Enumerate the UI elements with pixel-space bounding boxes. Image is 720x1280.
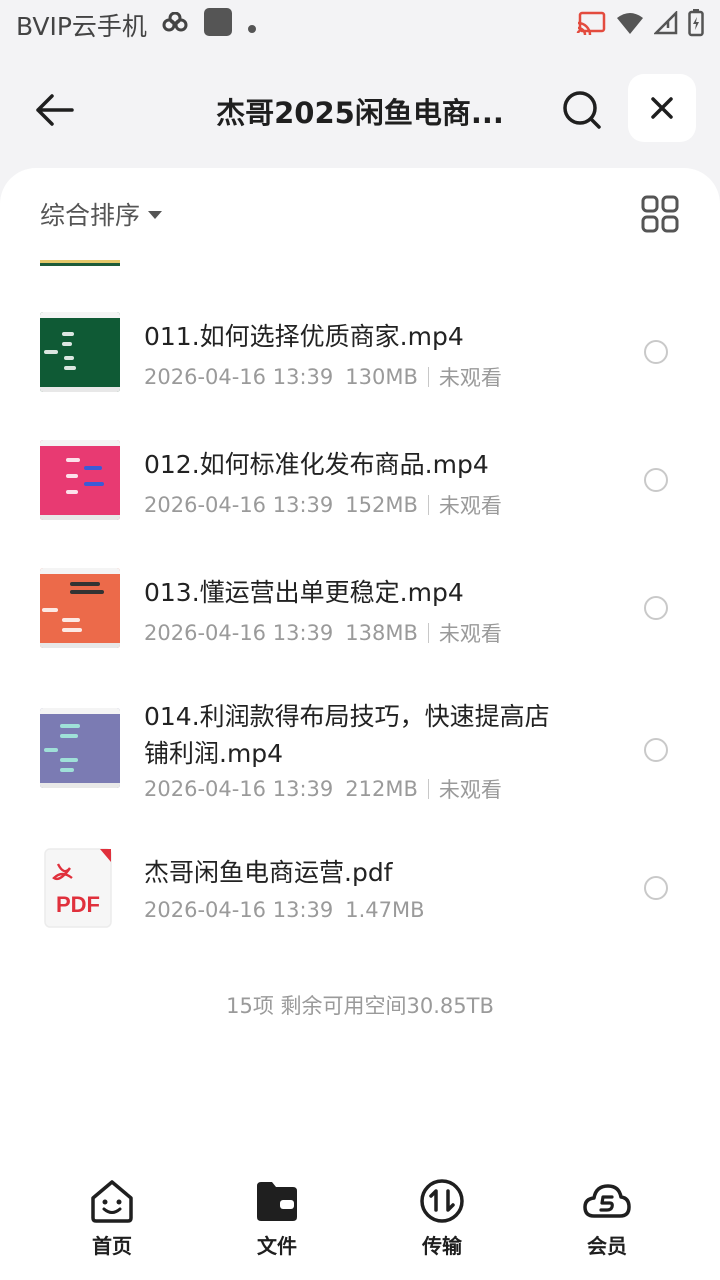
dot-icon — [247, 11, 257, 40]
watch-status: 未观看 — [438, 622, 502, 646]
nav-transfer-label: 传输 — [422, 1234, 462, 1258]
file-size: 130MB — [345, 365, 418, 389]
file-name: 013.懂运营出单更稳定.mp4 — [144, 578, 464, 607]
storage-summary: 15项 剩余可用空间30.85TB — [226, 994, 494, 1018]
file-name: 杰哥闲鱼电商运营.pdf — [144, 858, 393, 887]
file-date: 2026-04-16 13:39 — [144, 365, 334, 389]
wifi-icon — [616, 11, 644, 39]
file-date: 2026-04-16 13:39 — [144, 493, 334, 517]
list-item[interactable]: 012.如何标准化发布商品.mp4 2026-04-16 13:39 152MB… — [0, 436, 720, 536]
file-date: 2026-04-16 13:39 — [144, 621, 334, 645]
select-radio[interactable] — [644, 596, 668, 620]
signal-icon — [652, 9, 678, 39]
vip-cloud-icon — [582, 1176, 632, 1226]
status-bar: BVIP云手机 — [0, 0, 720, 50]
battery-icon — [688, 9, 704, 41]
video-thumbnail — [40, 708, 120, 788]
nav-vip-label: 会员 — [587, 1234, 627, 1258]
back-button[interactable] — [28, 84, 80, 136]
file-date: 2026-04-16 13:39 — [144, 898, 334, 922]
cast-icon — [576, 11, 606, 39]
list-item[interactable]: PDF 杰哥闲鱼电商运营.pdf 2026-04-16 13:39 1.47MB — [0, 844, 720, 944]
file-meta: 2026-04-16 13:39 130MB 未观看 — [144, 362, 502, 392]
search-icon — [563, 91, 601, 129]
file-size: 212MB — [345, 777, 418, 801]
list-item[interactable]: 014.利润款得布局技巧，快速提高店铺利润.mp4 2026-04-16 13:… — [0, 698, 720, 818]
file-size: 1.47MB — [345, 898, 425, 922]
bottom-nav: 首页 文件 传输 会员 — [0, 1170, 720, 1280]
close-button[interactable] — [628, 74, 696, 142]
divider — [427, 623, 429, 643]
file-size: 138MB — [345, 621, 418, 645]
select-radio[interactable] — [644, 340, 668, 364]
grid-icon — [641, 195, 679, 233]
watch-status: 未观看 — [438, 778, 502, 802]
folder-icon — [252, 1176, 302, 1226]
file-name: 012.如何标准化发布商品.mp4 — [144, 450, 489, 479]
pdf-icon-label: PDF — [56, 892, 100, 917]
sort-label: 综合排序 — [40, 201, 141, 230]
file-meta: 2026-04-16 13:39 212MB 未观看 — [144, 774, 502, 804]
file-meta: 2026-04-16 13:39 1.47MB — [144, 898, 425, 922]
caret-down-icon — [148, 211, 163, 219]
nav-transfer[interactable]: 传输 — [387, 1176, 497, 1266]
search-button[interactable] — [556, 84, 608, 136]
nav-home-label: 首页 — [92, 1234, 132, 1258]
file-list-panel: 综合排序 011.如何选择优质商家.mp4 2026-04-16 13:39 1… — [0, 168, 720, 1280]
arrow-left-icon — [36, 94, 74, 126]
transfer-icon — [417, 1176, 467, 1226]
file-meta: 2026-04-16 13:39 152MB 未观看 — [144, 490, 502, 520]
page-title: 杰哥2025闲鱼电商... — [216, 96, 504, 130]
carrier-label: BVIP云手机 — [16, 12, 147, 41]
close-icon — [651, 97, 673, 119]
video-thumbnail — [40, 440, 120, 520]
watch-status: 未观看 — [438, 494, 502, 518]
partial-thumbnail — [40, 252, 120, 266]
watch-status: 未观看 — [438, 366, 502, 390]
divider — [427, 495, 429, 515]
divider — [427, 779, 429, 799]
select-radio[interactable] — [644, 876, 668, 900]
nav-files-label: 文件 — [257, 1234, 297, 1258]
nav-vip[interactable]: 会员 — [552, 1176, 662, 1266]
video-thumbnail — [40, 312, 120, 392]
header: 杰哥2025闲鱼电商... — [0, 70, 720, 150]
list-item[interactable]: 011.如何选择优质商家.mp4 2026-04-16 13:39 130MB … — [0, 308, 720, 408]
pdf-icon: PDF — [44, 848, 114, 928]
home-face-icon — [87, 1176, 137, 1226]
file-meta: 2026-04-16 13:39 138MB 未观看 — [144, 618, 502, 648]
app-square-icon — [203, 7, 233, 43]
divider — [427, 367, 429, 387]
select-radio[interactable] — [644, 468, 668, 492]
video-thumbnail — [40, 568, 120, 648]
file-date: 2026-04-16 13:39 — [144, 777, 334, 801]
link-icon — [161, 11, 189, 40]
sort-dropdown[interactable]: 综合排序 — [40, 196, 163, 232]
select-radio[interactable] — [644, 738, 668, 762]
file-name: 014.利润款得布局技巧，快速提高店铺利润.mp4 — [144, 702, 550, 768]
nav-files[interactable]: 文件 — [222, 1176, 332, 1266]
list-item[interactable]: 013.懂运营出单更稳定.mp4 2026-04-16 13:39 138MB … — [0, 564, 720, 664]
nav-home[interactable]: 首页 — [57, 1176, 167, 1266]
grid-view-button[interactable] — [640, 194, 680, 234]
file-size: 152MB — [345, 493, 418, 517]
file-name: 011.如何选择优质商家.mp4 — [144, 322, 464, 351]
